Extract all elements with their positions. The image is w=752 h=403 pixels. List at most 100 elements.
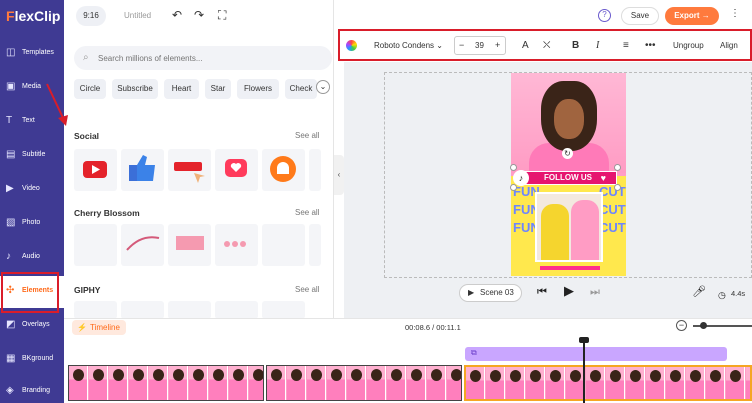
sidebar-item-templates[interactable]: ◫ Templates [0,38,64,70]
giphy-thumb[interactable] [121,301,164,319]
font-size-value[interactable]: 39 [475,41,484,50]
scene-duration[interactable]: 4.4s [731,289,745,298]
more-format-icon[interactable]: ••• [645,40,656,52]
bold-icon[interactable]: B [572,40,579,52]
clip-frame-thumbnail [746,367,750,399]
sidebar-item-branding[interactable]: ◈ Branding [0,376,64,403]
youtube-element[interactable] [74,149,117,191]
flexclip-logo[interactable]: FlexClip [6,8,60,24]
blossom-thumb[interactable] [262,224,305,266]
ungroup-button[interactable]: Ungroup [673,40,704,52]
chip-check[interactable]: Check [285,79,317,99]
clip-frame-thumbnail [646,367,665,399]
redo-icon[interactable]: ↷ [194,9,204,21]
undo-icon[interactable]: ↶ [172,9,182,21]
thumbs-up-element[interactable] [121,149,164,191]
heart-icon: ♥ [600,173,606,183]
resize-handle[interactable] [614,164,621,171]
skip-back-icon[interactable]: ⏮ [537,286,547,298]
chip-flowers[interactable]: Flowers [237,79,279,99]
resize-handle[interactable] [510,184,517,191]
resize-handle[interactable] [614,184,621,191]
clip-strip-1[interactable] [68,365,264,401]
blossom-thumb[interactable] [121,224,164,266]
giphy-thumb[interactable] [168,301,211,319]
italic-icon[interactable]: I [596,40,599,52]
blossom-thumb[interactable] [215,224,258,266]
fullscreen-icon[interactable]: ⛶ [218,9,226,21]
play-icon[interactable]: ▶ [564,284,574,297]
chip-subscribe[interactable]: Subscribe [112,79,158,99]
giphy-thumb[interactable] [74,301,117,319]
clip-strip-3-selected[interactable] [464,365,752,401]
chip-star[interactable]: Star [205,79,231,99]
chip-circle[interactable]: Circle [74,79,106,99]
increase-size-button[interactable]: + [495,40,500,50]
aspect-ratio-button[interactable]: 9:16 [76,6,106,26]
sidebar-item-label: BKground [22,355,54,362]
blossom-flowers-icon [224,241,246,247]
zoom-out-icon[interactable]: − [676,320,687,331]
export-button[interactable]: Export → [665,7,719,25]
chip-heart[interactable]: Heart [164,79,199,99]
see-all-social[interactable]: See all [295,131,319,140]
giphy-thumb[interactable] [262,301,305,319]
sidebar-item-audio[interactable]: ♪ Audio [0,242,64,274]
sidebar-item-subtitle[interactable]: ▤ Subtitle [0,140,64,172]
zoom-slider-knob[interactable] [700,322,707,329]
blossom-thumb[interactable] [74,224,117,266]
text-color-icon[interactable]: A [522,40,529,52]
blossom-thumb[interactable] [168,224,211,266]
overlay-track[interactable]: ⧉ [465,347,727,361]
sidebar-item-background[interactable]: ▦ BKground [0,344,64,376]
timeline-tab[interactable]: ⚡ Timeline [72,320,126,335]
panel-collapse-button[interactable]: ‹ [334,155,344,195]
follow-us-sticker[interactable]: FOLLOW US ♥ [523,171,617,185]
chips-next-icon[interactable]: ⌄ [316,80,330,94]
text-align-icon[interactable]: ≡ [623,40,629,52]
scene-selector-button[interactable]: ▶ Scene 03 [459,284,522,302]
project-title[interactable]: Untitled [124,11,151,20]
rotate-handle-icon[interactable]: ↻ [562,148,573,159]
decrease-size-button[interactable]: − [459,40,464,50]
font-family-select[interactable]: Roboto Condens ⌄ [374,40,443,52]
more-thumb[interactable] [309,224,321,266]
clip-frame-thumbnail [267,366,286,400]
more-thumb[interactable] [309,149,321,191]
microphone-icon[interactable]: 🎤︎ [692,286,706,298]
sidebar-item-label: Branding [22,387,51,394]
sidebar-item-video[interactable]: ▶ Video [0,174,64,206]
section-title-cherry-blossom: Cherry Blossom [74,208,140,218]
templates-icon: ◫ [6,47,16,58]
align-button[interactable]: Align [720,40,738,52]
save-button[interactable]: Save [621,7,659,25]
sidebar-item-label: Media [22,83,42,90]
subscribe-element[interactable] [168,149,211,191]
section-title-social: Social [74,131,100,141]
playhead[interactable] [583,340,585,403]
giphy-thumb[interactable] [215,301,258,319]
color-wheel-icon[interactable] [346,40,357,51]
text-icon: T [6,115,13,126]
section-title-giphy: GIPHY [74,285,101,295]
follow-us-label: FOLLOW US [544,173,592,182]
bell-element[interactable] [262,149,305,191]
thumbs-up-icon [129,155,155,181]
branding-icon: ◈ [6,385,14,396]
skip-forward-icon[interactable]: ⏭ [590,286,600,298]
photo-person-yellow [541,204,569,260]
see-all-giphy[interactable]: See all [295,285,319,294]
youtube-icon [83,161,107,178]
clip-frame-thumbnail [447,366,461,400]
sidebar-item-photo[interactable]: ▧ Photo [0,208,64,240]
search-input[interactable] [98,50,318,66]
highlight-color-icon[interactable]: ⛌ [543,40,550,52]
clip-strip-2[interactable] [266,365,462,401]
sidebar-item-overlays[interactable]: ◩ Overlays [0,310,64,342]
see-all-cherry-blossom[interactable]: See all [295,208,319,217]
like-notification-element[interactable] [215,149,258,191]
more-options-icon[interactable]: ⋮ [730,8,740,19]
clip-frame-thumbnail [189,366,208,400]
help-icon[interactable]: ? [598,9,611,22]
resize-handle[interactable] [510,164,517,171]
